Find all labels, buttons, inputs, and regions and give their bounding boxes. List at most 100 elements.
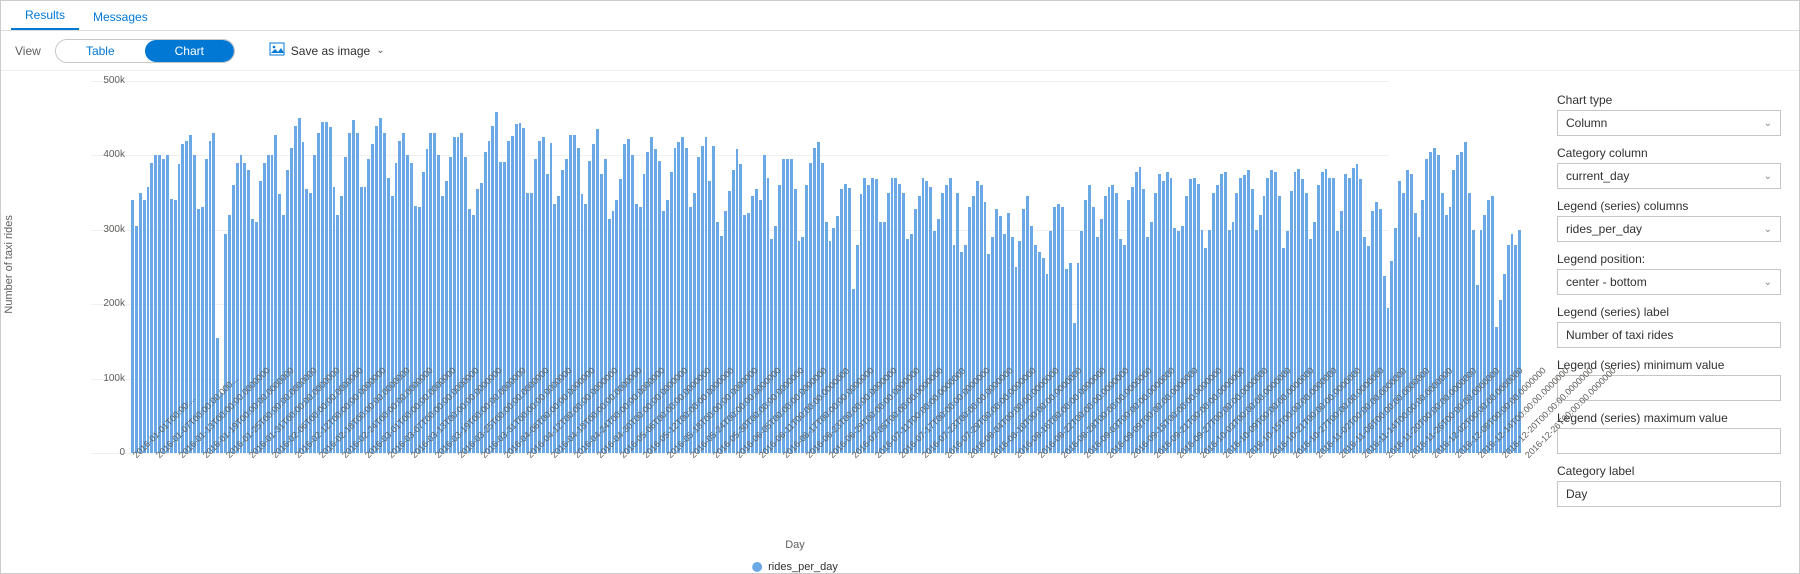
- legend-max-label: Legend (series) maximum value: [1557, 411, 1781, 425]
- chart-bar[interactable]: [143, 200, 146, 453]
- legend-series-label: rides_per_day: [768, 561, 838, 573]
- y-tick-label: 300k: [91, 224, 125, 235]
- chart-bar[interactable]: [542, 137, 545, 453]
- chart-bar[interactable]: [976, 181, 979, 453]
- chart-bar[interactable]: [139, 193, 142, 453]
- chart-bar[interactable]: [383, 133, 386, 453]
- chart-bar[interactable]: [631, 155, 634, 453]
- chart-bar[interactable]: [150, 163, 153, 453]
- x-axis-label: Day: [785, 539, 805, 551]
- chart-bar[interactable]: [1325, 169, 1328, 453]
- save-image-icon: [269, 41, 285, 60]
- chart-bar[interactable]: [426, 149, 429, 453]
- chart-bar[interactable]: [240, 155, 243, 453]
- chart-bar[interactable]: [449, 157, 452, 453]
- legend-series-label-input[interactable]: Number of taxi rides: [1557, 322, 1781, 348]
- chart-bar[interactable]: [553, 204, 556, 453]
- tab-results[interactable]: Results: [11, 2, 79, 30]
- chart-bar[interactable]: [1073, 323, 1076, 453]
- chart-bar[interactable]: [581, 194, 584, 453]
- chart-bar[interactable]: [832, 228, 835, 453]
- chart-bar[interactable]: [228, 215, 231, 453]
- chart-bar[interactable]: [1177, 231, 1180, 453]
- chart-bar[interactable]: [522, 128, 525, 453]
- chart-bar[interactable]: [232, 185, 235, 453]
- chart-bar[interactable]: [716, 222, 719, 453]
- chart-bar[interactable]: [681, 137, 684, 453]
- chart-bar[interactable]: [445, 181, 448, 453]
- chart-bar[interactable]: [1038, 252, 1041, 453]
- chart-bar[interactable]: [1301, 179, 1304, 453]
- chart-bar[interactable]: [1162, 181, 1165, 453]
- legend-series-label-label: Legend (series) label: [1557, 305, 1781, 319]
- chart-bar[interactable]: [987, 254, 990, 453]
- chart-bar[interactable]: [131, 200, 134, 453]
- category-column-select[interactable]: current_day⌄: [1557, 163, 1781, 189]
- chart-type-select[interactable]: Column⌄: [1557, 110, 1781, 136]
- legend-columns-select[interactable]: rides_per_day⌄: [1557, 216, 1781, 242]
- chevron-down-icon: ⌄: [1764, 277, 1772, 288]
- chart-bar[interactable]: [251, 219, 254, 453]
- chart-bar[interactable]: [1352, 168, 1355, 453]
- chart-bar[interactable]: [1278, 196, 1281, 453]
- tabs-bar: Results Messages: [1, 1, 1799, 31]
- chart-bar[interactable]: [995, 209, 998, 453]
- chevron-down-icon: ⌄: [1764, 224, 1772, 235]
- chart-bar[interactable]: [429, 133, 432, 453]
- legend-position-select[interactable]: center - bottom⌄: [1557, 269, 1781, 295]
- chart-legend: rides_per_day: [752, 561, 838, 573]
- chart-bar[interactable]: [929, 187, 932, 453]
- chart-bar[interactable]: [588, 161, 591, 453]
- toggle-chart[interactable]: Chart: [145, 40, 234, 62]
- chart-bar[interactable]: [991, 237, 994, 453]
- chart-bar[interactable]: [829, 241, 832, 453]
- chart-bar[interactable]: [1348, 178, 1351, 453]
- chart-bar[interactable]: [356, 133, 359, 453]
- tab-messages[interactable]: Messages: [79, 4, 162, 30]
- chart-bar[interactable]: [1166, 172, 1169, 453]
- chart-bar[interactable]: [162, 159, 165, 453]
- chart-bar[interactable]: [1185, 196, 1188, 453]
- chart-bar[interactable]: [1115, 193, 1118, 453]
- chart-bar[interactable]: [705, 137, 708, 453]
- chart-bar[interactable]: [1441, 193, 1444, 453]
- category-label-label: Category label: [1557, 464, 1781, 478]
- chart-bar[interactable]: [414, 206, 417, 453]
- toggle-table[interactable]: Table: [56, 40, 145, 62]
- chart-bar[interactable]: [224, 234, 227, 453]
- chart-bar[interactable]: [1480, 230, 1483, 453]
- chart-options-panel: Chart type Column⌄ Category column curre…: [1539, 71, 1799, 573]
- chart-bar[interactable]: [1201, 230, 1204, 453]
- chart-bar[interactable]: [166, 155, 169, 453]
- chart-bar[interactable]: [147, 187, 150, 453]
- chart-bar[interactable]: [278, 194, 281, 453]
- chart-bar[interactable]: [259, 181, 262, 453]
- chart-bar[interactable]: [557, 196, 560, 453]
- chart-bar[interactable]: [879, 222, 882, 453]
- toolbar: View Table Chart Save as image ⌄: [1, 31, 1799, 71]
- chart-bar[interactable]: [1483, 215, 1486, 453]
- save-as-image-button[interactable]: Save as image ⌄: [269, 41, 385, 60]
- chart-bar[interactable]: [860, 194, 863, 453]
- chart-bar[interactable]: [863, 178, 866, 453]
- chart-bar[interactable]: [418, 207, 421, 453]
- chart-bar[interactable]: [154, 155, 157, 453]
- chart-bar[interactable]: [1363, 237, 1366, 453]
- chevron-down-icon: ⌄: [1764, 118, 1772, 129]
- chart-bar[interactable]: [1414, 213, 1417, 453]
- legend-columns-label: Legend (series) columns: [1557, 199, 1781, 213]
- chart-bar[interactable]: [441, 196, 444, 453]
- legend-max-input[interactable]: [1557, 428, 1781, 454]
- chevron-down-icon: ⌄: [376, 45, 384, 56]
- category-label-input[interactable]: Day: [1557, 481, 1781, 507]
- chart-bar[interactable]: [1181, 226, 1184, 453]
- chart-bar[interactable]: [263, 163, 266, 453]
- chart-bar[interactable]: [767, 178, 770, 453]
- chart-bar[interactable]: [561, 170, 564, 453]
- chart-bar[interactable]: [402, 133, 405, 453]
- chart-bar[interactable]: [135, 226, 138, 453]
- chart-bar[interactable]: [193, 155, 196, 453]
- chart-bar[interactable]: [236, 163, 239, 453]
- chart-bar[interactable]: [158, 155, 161, 453]
- chart-bar[interactable]: [422, 172, 425, 453]
